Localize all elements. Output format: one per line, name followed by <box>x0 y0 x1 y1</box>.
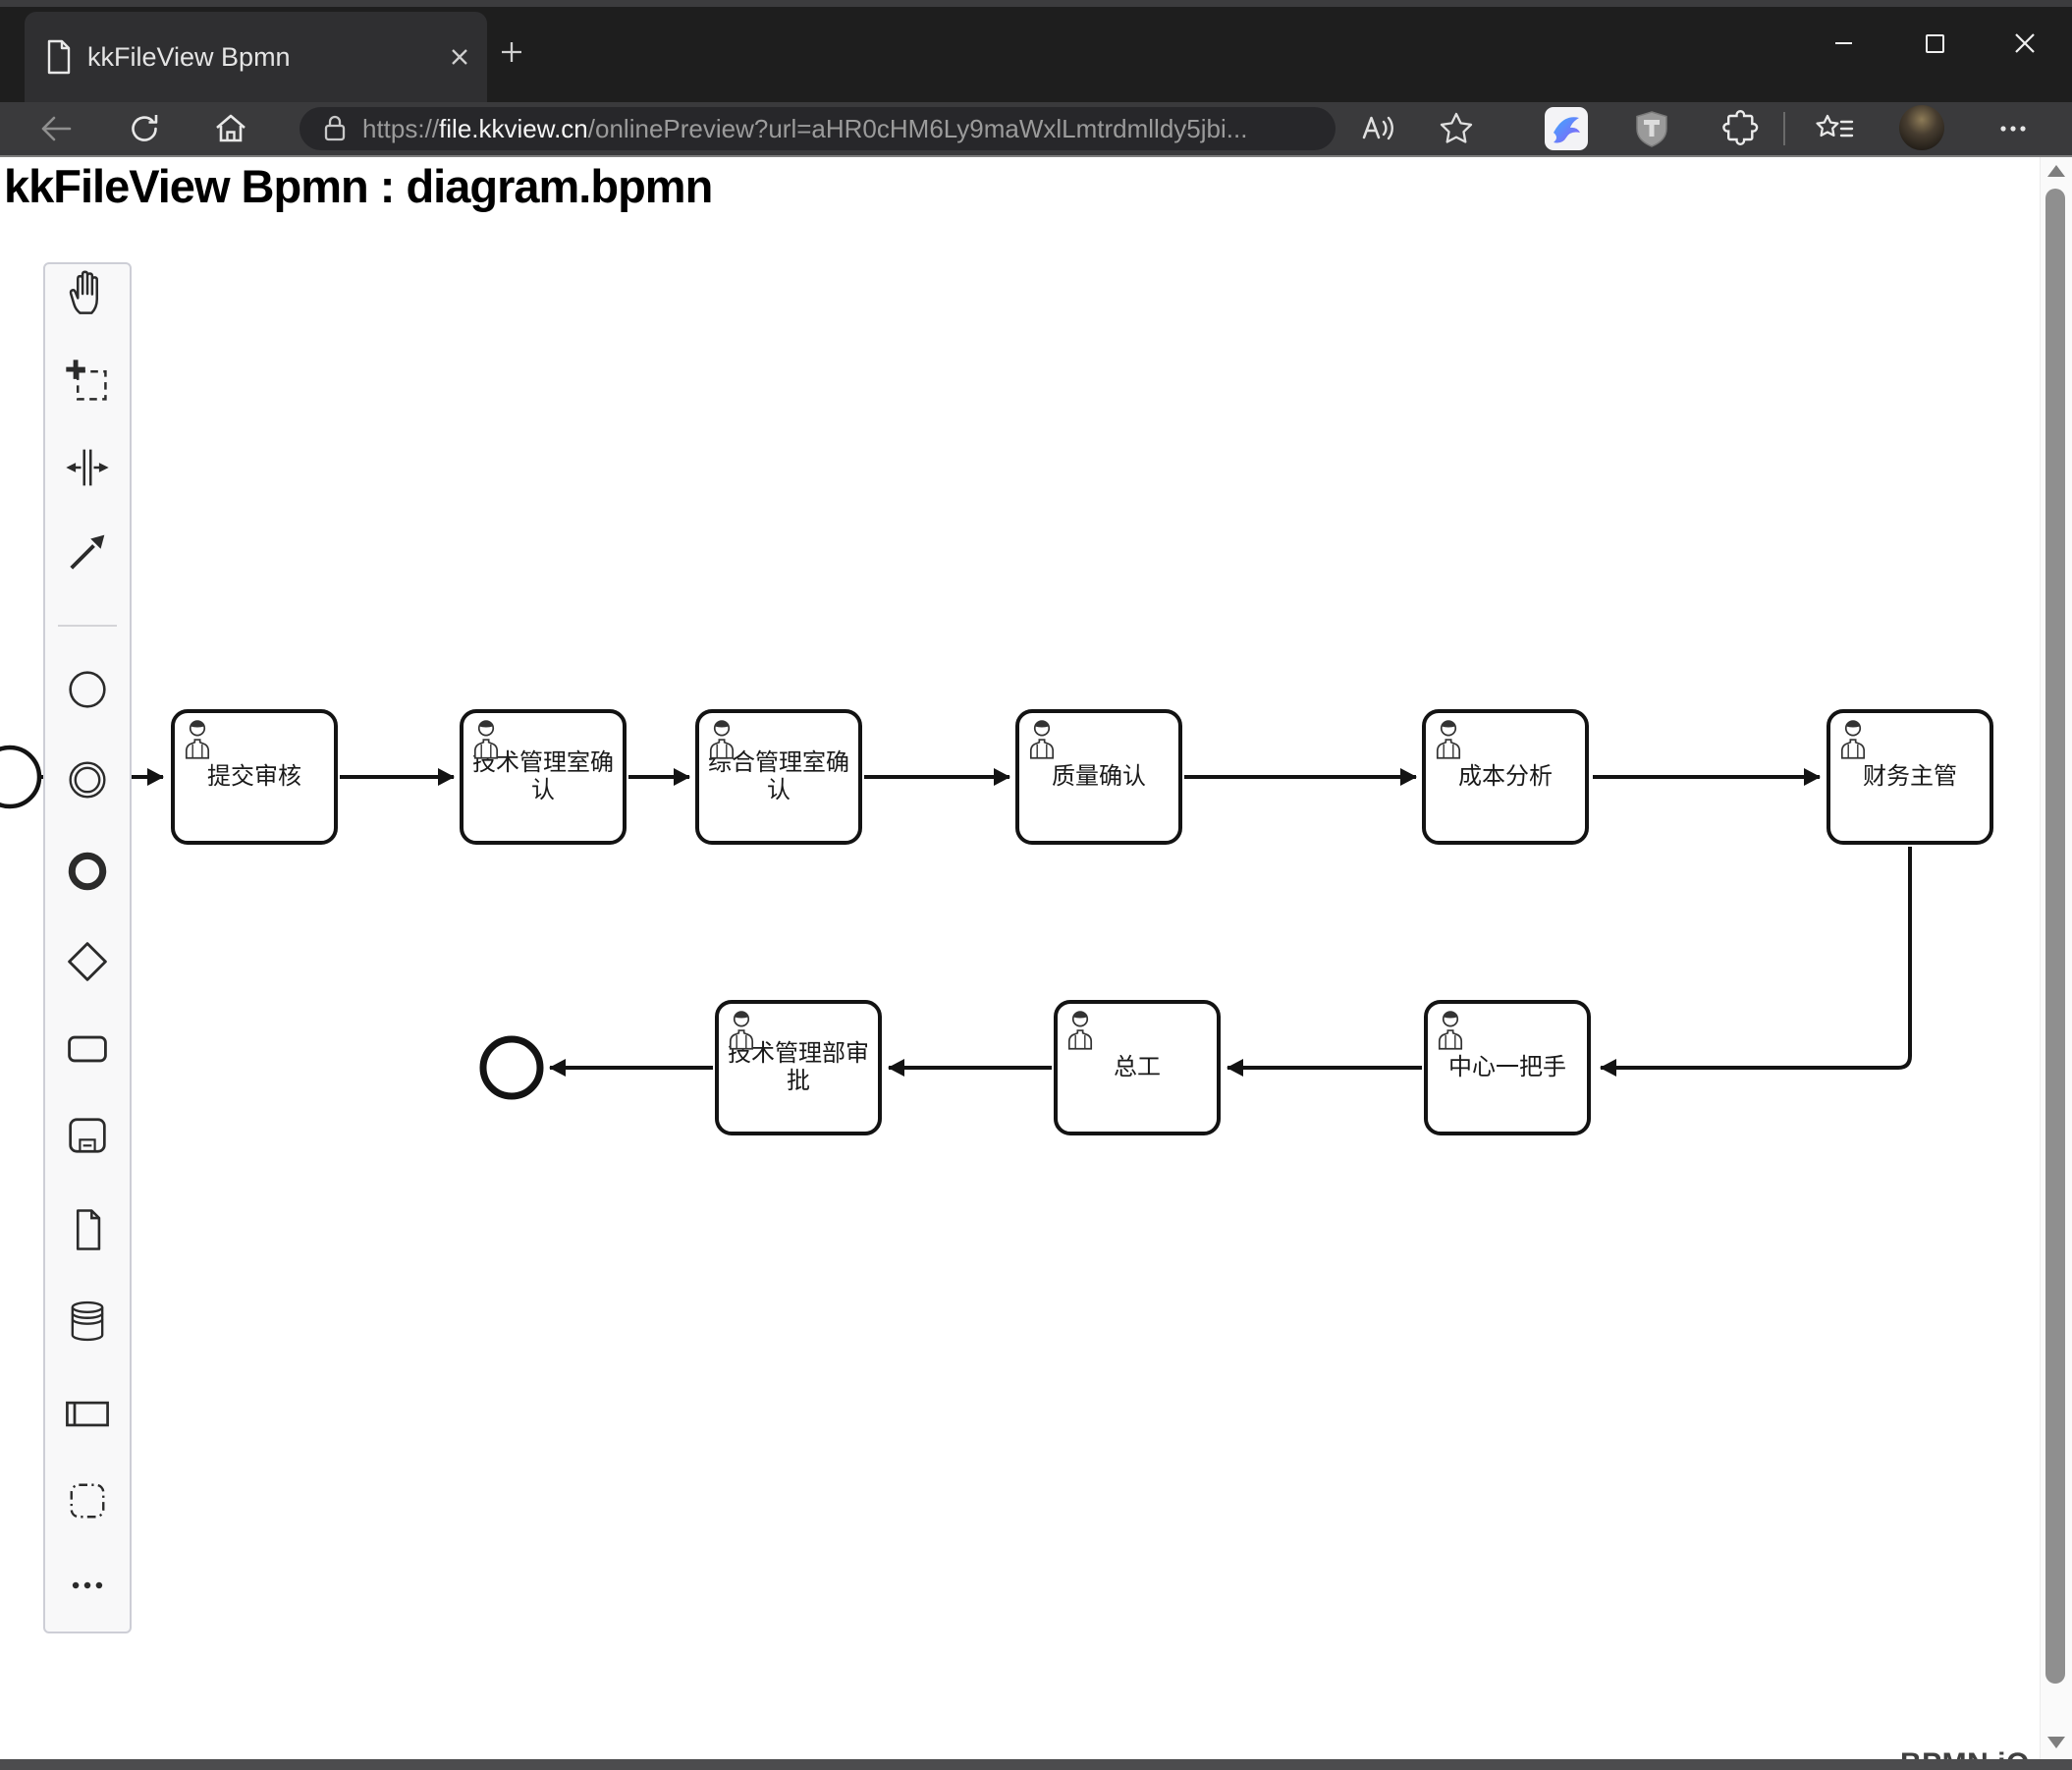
task-label: 成本分析 <box>1458 763 1553 791</box>
url-path: /onlinePreview?url=aHR0cHM6Ly9maWxlLmtrd… <box>587 113 1248 143</box>
page-content: kkFileView Bpmn : diagram.bpmn 提交审核 技术管理… <box>0 155 2072 1770</box>
create-gateway-icon[interactable] <box>62 936 113 987</box>
task-label: 总工 <box>1114 1054 1161 1081</box>
bpmn-task-8[interactable]: 总工 <box>1054 1000 1221 1135</box>
user-task-person-icon <box>470 718 502 759</box>
create-participant-icon[interactable] <box>62 1388 113 1439</box>
browser-toolbar: https://file.kkview.cn/onlinePreview?url… <box>0 102 2072 155</box>
browser-titlebar: kkFileView Bpmn <box>0 0 2072 102</box>
create-data-store-icon[interactable] <box>62 1296 113 1347</box>
url-text: https://file.kkview.cn/onlinePreview?url… <box>362 114 1247 144</box>
palette-more-icon[interactable] <box>62 1560 113 1611</box>
bpmn-task-9[interactable]: 技术管理部审批 <box>715 1000 882 1135</box>
favorite-star-icon[interactable] <box>1432 104 1481 153</box>
start-event[interactable] <box>0 745 42 809</box>
refresh-icon[interactable] <box>120 104 169 153</box>
create-start-event-icon[interactable] <box>62 664 113 715</box>
palette-separator <box>57 625 118 627</box>
create-subprocess-icon[interactable] <box>62 1110 113 1161</box>
address-bar[interactable]: https://file.kkview.cn/onlinePreview?url… <box>300 107 1336 150</box>
user-task-person-icon <box>1064 1009 1096 1050</box>
create-data-object-icon[interactable] <box>62 1204 113 1255</box>
settings-more-icon[interactable] <box>1989 104 2038 153</box>
page-file-icon <box>44 38 74 76</box>
home-icon[interactable] <box>206 104 255 153</box>
scrollbar-thumb[interactable] <box>2045 189 2065 1684</box>
tab-close-icon[interactable] <box>448 45 471 69</box>
lock-icon[interactable] <box>321 113 349 144</box>
profile-avatar[interactable] <box>1899 105 1944 150</box>
browser-tab[interactable]: kkFileView Bpmn <box>25 12 487 102</box>
user-task-person-icon <box>706 718 737 759</box>
user-task-person-icon <box>1026 718 1058 759</box>
task-label: 中心一把手 <box>1448 1054 1566 1081</box>
bpmn-task-1[interactable]: 提交审核 <box>171 709 338 845</box>
create-group-icon[interactable] <box>62 1475 113 1526</box>
user-task-person-icon <box>1435 1009 1466 1050</box>
task-label: 提交审核 <box>207 763 301 791</box>
user-task-person-icon <box>1837 718 1869 759</box>
bpmn-task-6[interactable]: 财务主管 <box>1827 709 1993 845</box>
end-event[interactable] <box>479 1035 544 1100</box>
extensions-puzzle-icon[interactable] <box>1714 104 1763 153</box>
scrollbar-up-arrow[interactable] <box>2047 165 2065 177</box>
hand-tool-icon[interactable] <box>62 267 113 318</box>
toolbar-divider <box>1783 112 1785 145</box>
bpmn-task-3[interactable]: 综合管理室确认 <box>695 709 862 845</box>
space-tool-icon[interactable] <box>62 442 113 493</box>
url-host: file.kkview.cn <box>439 113 588 143</box>
bottom-edge-bar <box>0 1759 2072 1770</box>
window-close-button[interactable] <box>2002 24 2047 63</box>
new-tab-icon[interactable] <box>499 39 524 65</box>
extension-bird-icon[interactable] <box>1542 104 1591 153</box>
window-maximize-button[interactable] <box>1912 24 1957 63</box>
read-aloud-icon[interactable] <box>1353 104 1402 153</box>
task-label: 质量确认 <box>1052 763 1146 791</box>
create-intermediate-event-icon[interactable] <box>62 754 113 805</box>
window-minimize-button[interactable] <box>1821 24 1866 63</box>
shield-t-extension-icon[interactable] <box>1627 104 1676 153</box>
create-task-icon[interactable] <box>62 1023 113 1075</box>
lasso-tool-icon[interactable] <box>62 356 113 407</box>
create-end-event-icon[interactable] <box>62 846 113 897</box>
collections-star-icon[interactable] <box>1810 104 1859 153</box>
scrollbar-down-arrow[interactable] <box>2047 1737 2065 1748</box>
user-task-person-icon <box>182 718 213 759</box>
bpmn-canvas[interactable] <box>0 157 2072 1770</box>
sequence-flow[interactable] <box>1600 847 1912 1077</box>
user-task-person-icon <box>1433 718 1464 759</box>
bpmn-task-5[interactable]: 成本分析 <box>1422 709 1589 845</box>
tab-title: kkFileView Bpmn <box>87 41 291 72</box>
bpmn-task-2[interactable]: 技术管理室确认 <box>460 709 627 845</box>
bpmn-task-4[interactable]: 质量确认 <box>1015 709 1182 845</box>
url-scheme: https:// <box>362 113 440 143</box>
global-connect-tool-icon[interactable] <box>62 526 113 578</box>
task-label: 财务主管 <box>1863 763 1957 791</box>
user-task-person-icon <box>726 1009 757 1050</box>
window-top-edge <box>0 0 2072 7</box>
back-icon[interactable] <box>31 104 81 153</box>
bpmn-palette <box>43 262 132 1633</box>
bpmn-task-7[interactable]: 中心一把手 <box>1424 1000 1591 1135</box>
